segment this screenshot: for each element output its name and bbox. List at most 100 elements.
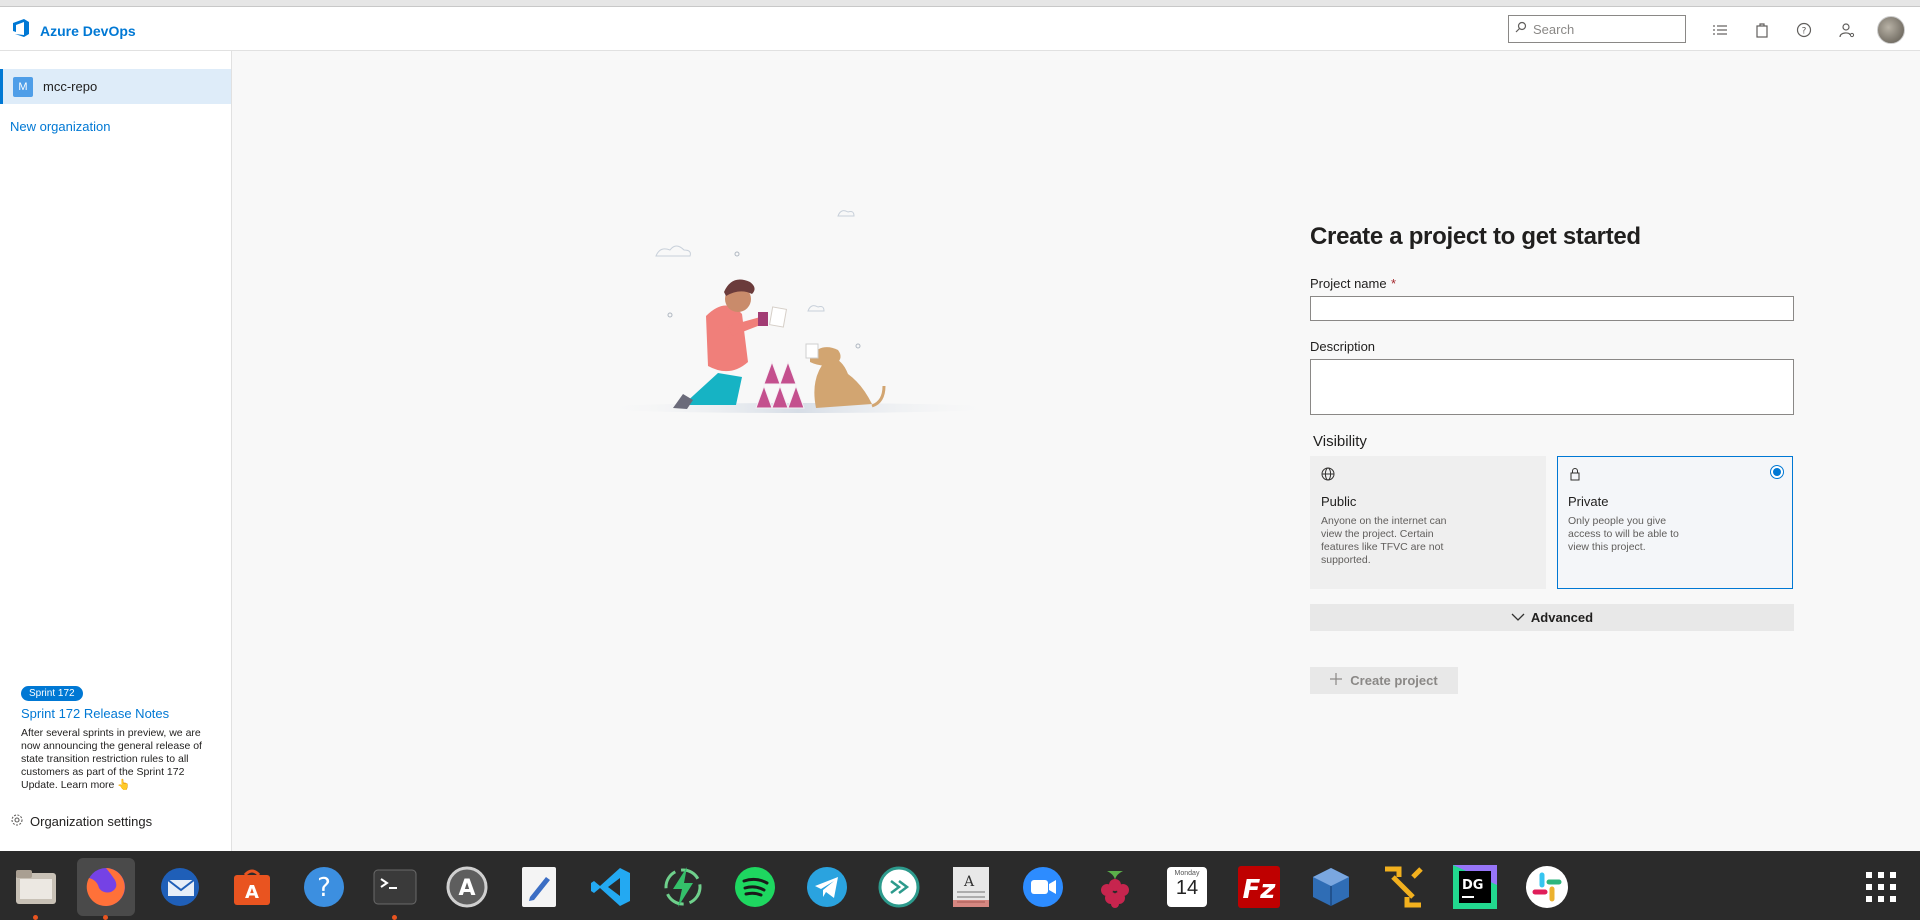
organization-settings-button[interactable]: Organization settings — [10, 813, 152, 830]
dock-network-tool[interactable] — [1374, 858, 1432, 916]
brand-logo[interactable]: Azure DevOps — [10, 17, 136, 44]
learn-more-link[interactable]: Learn more — [61, 779, 115, 791]
sidebar: M mcc-repo New organization Sprint 172 S… — [0, 51, 232, 851]
user-avatar[interactable] — [1877, 16, 1905, 44]
spotify-icon — [733, 865, 777, 909]
help-icon[interactable]: ? — [1794, 20, 1814, 40]
dock-datagrip[interactable]: DG — [1446, 858, 1504, 916]
description-input[interactable] — [1310, 359, 1794, 415]
remote-desktop-icon — [877, 865, 921, 909]
advanced-toggle[interactable]: Advanced — [1310, 604, 1794, 631]
release-notes-link[interactable]: Sprint 172 Release Notes — [21, 706, 211, 721]
release-notes-text: After several sprints in preview, we are… — [21, 727, 211, 792]
dock-raspberry-pi[interactable] — [1086, 858, 1144, 916]
dock-filezilla[interactable]: Fz — [1230, 858, 1288, 916]
dock-spotify[interactable] — [726, 858, 784, 916]
slack-icon — [1525, 865, 1569, 909]
user-settings-icon[interactable] — [1837, 20, 1857, 40]
advanced-label: Advanced — [1530, 610, 1594, 625]
globe-icon — [1321, 467, 1335, 485]
dock-vscode[interactable] — [582, 858, 640, 916]
organization-settings-label: Organization settings — [30, 814, 153, 829]
window-top-border — [0, 0, 1920, 7]
sprint-badge: Sprint 172 — [21, 686, 83, 701]
software-updater-icon: A — [445, 865, 489, 909]
marketplace-bag-icon[interactable] — [1752, 20, 1772, 40]
dock-virtualbox[interactable] — [1302, 858, 1360, 916]
dock-document-viewer[interactable]: A — [942, 858, 1000, 916]
gear-icon — [10, 813, 24, 830]
search-box[interactable] — [1508, 15, 1686, 43]
text-editor-icon — [517, 865, 561, 909]
search-input[interactable] — [1533, 21, 1683, 37]
create-project-button[interactable]: Create project — [1310, 667, 1458, 694]
software-center-icon: A — [230, 865, 274, 909]
network-tool-icon — [1381, 865, 1425, 909]
private-description: Only people you give access to will be a… — [1568, 515, 1679, 553]
document-viewer-icon: A — [949, 865, 993, 909]
app-grid-icon — [1859, 865, 1903, 909]
virtualbox-icon — [1309, 865, 1353, 909]
vscode-icon — [589, 865, 633, 909]
svg-text:A: A — [963, 874, 975, 890]
dock-slack[interactable] — [1518, 858, 1576, 916]
radio-dot — [1773, 468, 1781, 476]
visibility-private-card[interactable]: Private Only people you give access to w… — [1557, 456, 1793, 589]
svg-text:A: A — [458, 876, 475, 901]
dock-zoom[interactable] — [1014, 858, 1072, 916]
dock-telegram[interactable] — [798, 858, 856, 916]
pointing-hand-icon: 👆 — [117, 779, 131, 791]
dock-terminal[interactable] — [366, 858, 424, 920]
description-label: Description — [1310, 339, 1376, 354]
release-notes-panel: Sprint 172 Sprint 172 Release Notes Afte… — [21, 683, 211, 792]
plus-icon — [1330, 673, 1343, 688]
new-organization-link[interactable]: New organization — [10, 119, 110, 134]
task-list-icon[interactable] — [1710, 20, 1730, 40]
dock-files[interactable] — [7, 858, 65, 920]
running-indicator — [392, 915, 397, 920]
dock-text-editor[interactable] — [510, 858, 568, 916]
dock-thunderbird[interactable] — [151, 858, 209, 916]
project-name-label: Project name — [1310, 276, 1387, 291]
public-title: Public — [1321, 494, 1357, 509]
create-project-label: Create project — [1350, 673, 1438, 688]
search-icon — [1515, 20, 1527, 38]
dock-app-grid[interactable] — [1852, 858, 1910, 916]
card-house-illustration — [593, 210, 1003, 413]
terminal-icon — [373, 865, 417, 909]
thunderbird-icon — [158, 865, 202, 909]
dock-lightning[interactable] — [654, 858, 712, 916]
top-header: Azure DevOps ? — [0, 7, 1920, 51]
lock-icon — [1568, 468, 1582, 485]
running-indicator — [33, 915, 38, 920]
visibility-label: Visibility — [1313, 433, 1367, 450]
dock-firefox[interactable] — [77, 858, 135, 920]
dock-calendar[interactable]: Monday 14 — [1158, 858, 1216, 916]
dock-software-center[interactable]: A — [223, 858, 281, 916]
firefox-icon — [84, 865, 128, 909]
main-content: Create a project to get started Project … — [233, 51, 1920, 851]
dock-help[interactable]: ? — [295, 858, 353, 916]
svg-text:?: ? — [317, 873, 331, 903]
page-title: Create a project to get started — [1310, 223, 1641, 250]
org-badge: M — [13, 76, 33, 97]
azure-devops-icon — [10, 17, 32, 44]
raspberry-pi-icon — [1093, 865, 1137, 909]
telegram-icon — [805, 865, 849, 909]
visibility-public-card[interactable]: Public Anyone on the internet can view t… — [1310, 456, 1546, 589]
filezilla-icon: Fz — [1237, 865, 1281, 909]
project-name-label-row: Project name * — [1310, 275, 1396, 293]
create-project-form: Create a project to get started Project … — [1310, 223, 1794, 694]
dock-remote-desktop[interactable] — [870, 858, 928, 916]
zoom-icon — [1021, 865, 1065, 909]
running-indicator — [103, 915, 108, 920]
sidebar-item-mcc-repo[interactable]: M mcc-repo — [0, 69, 231, 104]
private-radio-selected[interactable] — [1770, 465, 1784, 479]
dock-software-updater[interactable]: A — [438, 858, 496, 916]
calendar-day: 14 — [1175, 877, 1199, 899]
svg-text:DG: DG — [1462, 878, 1483, 893]
public-description: Anyone on the internet can view the proj… — [1321, 515, 1447, 566]
calendar-icon: Monday 14 — [1165, 865, 1209, 909]
calendar-face: Monday 14 — [1167, 867, 1207, 907]
project-name-input[interactable] — [1310, 296, 1794, 321]
